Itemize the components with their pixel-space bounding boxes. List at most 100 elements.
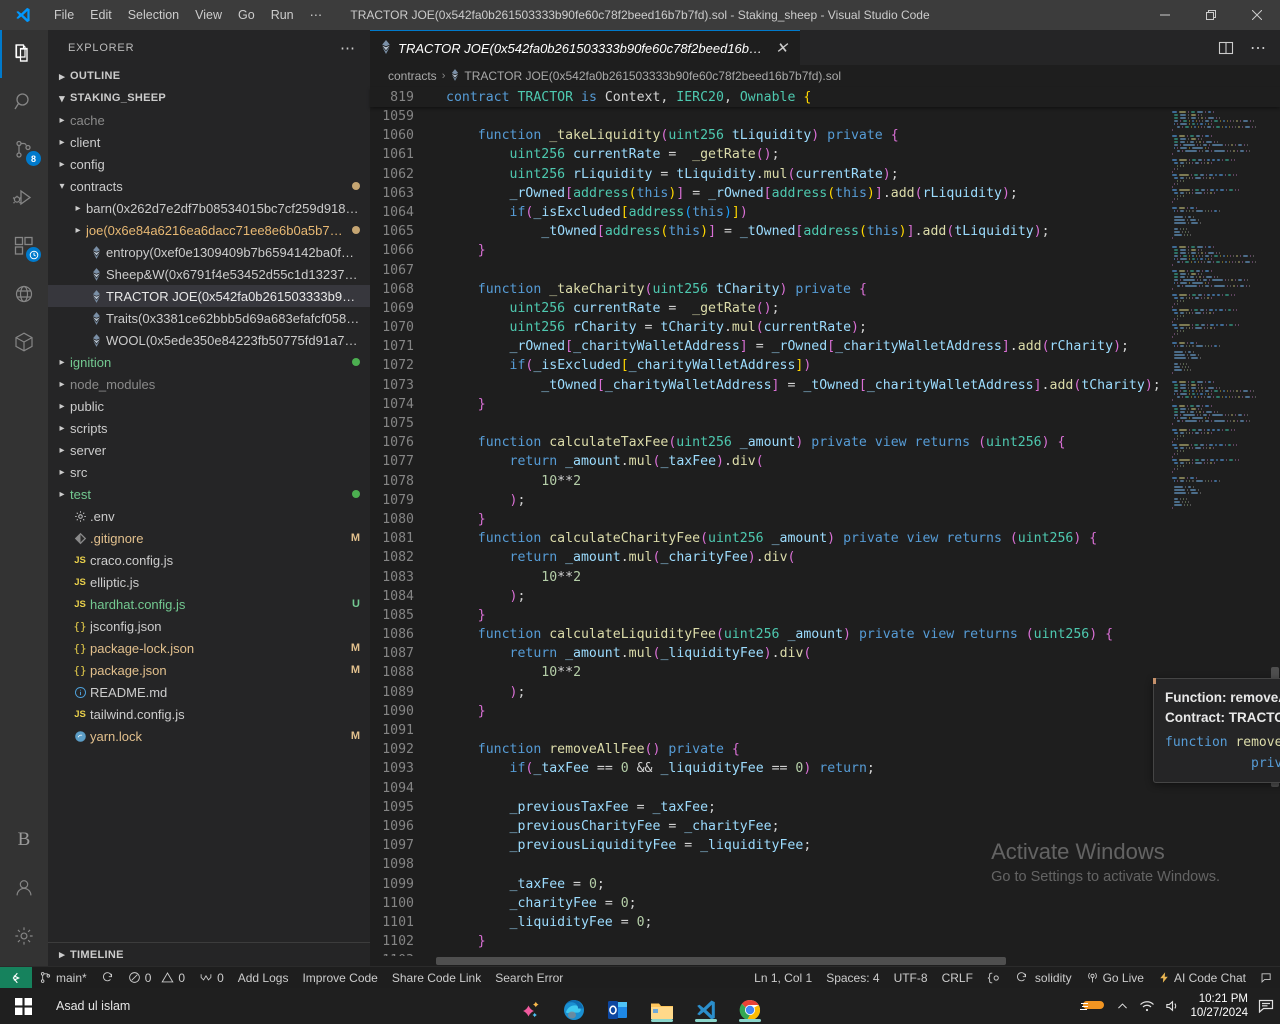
tree-folder[interactable]: ▸ server (48, 439, 370, 461)
activitybar-search[interactable] (0, 78, 48, 126)
status-ai-code-chat[interactable]: AI Code Chat (1151, 967, 1253, 989)
code-line[interactable]: 1088 10**2 (370, 663, 1162, 682)
code-line[interactable]: 1099 _taxFee = 0; (370, 875, 1162, 894)
tree-folder[interactable]: ▸ joe(0x6e84a6216ea6dacc71ee8e6b0a5b7… (48, 219, 370, 241)
tree-file[interactable]: .env (48, 505, 370, 527)
status-eol[interactable]: CRLF (935, 967, 980, 989)
tray-notifications-icon[interactable] (1258, 999, 1274, 1013)
tray-show-hidden-icons[interactable] (1116, 1000, 1129, 1013)
code-line[interactable]: 1065 _tOwned[address(this)] = _tOwned[ad… (370, 222, 1162, 241)
tree-folder[interactable]: ▸ client (48, 131, 370, 153)
code-line[interactable]: 1069 uint256 currentRate = _getRate(); (370, 299, 1162, 318)
status-cursor-position[interactable]: Ln 1, Col 1 (747, 967, 819, 989)
code-line[interactable]: 1083 10**2 (370, 568, 1162, 587)
code-line[interactable]: 1086 function calculateLiquidityFee(uint… (370, 625, 1162, 644)
tree-file[interactable]: {} jsconfig.json (48, 615, 370, 637)
code-line[interactable]: 1085 } (370, 606, 1162, 625)
tree-file[interactable]: JS hardhat.config.js U (48, 593, 370, 615)
tree-folder[interactable]: ▸ public (48, 395, 370, 417)
tree-file[interactable]: JS craco.config.js (48, 549, 370, 571)
code-line[interactable]: 1100 _charityFee = 0; (370, 894, 1162, 913)
menu-edit[interactable]: Edit (82, 0, 120, 30)
tree-file[interactable]: entropy(0xef0e1309409b7b6594142ba0f349ec… (48, 241, 370, 263)
horizontal-scrollbar-thumb[interactable] (436, 957, 1006, 965)
menu-view[interactable]: View (187, 0, 230, 30)
horizontal-scrollbar[interactable] (370, 956, 1280, 966)
code-line[interactable]: 1063 _rOwned[address(this)] = _rOwned[ad… (370, 184, 1162, 203)
menu-file[interactable]: File (46, 0, 82, 30)
code-line[interactable]: 1082 return _amount.mul(_charityFee).div… (370, 548, 1162, 567)
code-line[interactable]: 1059 (370, 107, 1162, 126)
status-ports[interactable]: 0 (192, 967, 231, 989)
code-line[interactable]: 1077 return _amount.mul(_taxFee).div( (370, 452, 1162, 471)
code-line[interactable]: 1067 (370, 261, 1162, 280)
status-notifications-bell-icon[interactable] (1253, 967, 1280, 989)
activitybar-remote-explorer[interactable] (0, 270, 48, 318)
split-editor-icon[interactable] (1212, 30, 1240, 65)
section-staking-sheep[interactable]: ▾ STAKING_SHEEP (48, 87, 370, 109)
section-timeline[interactable]: ▸ TIMELINE (48, 942, 370, 966)
taskbar-copilot-icon[interactable] (515, 990, 545, 1022)
code-line[interactable]: 1093 if(_taxFee == 0 && _liquidityFee ==… (370, 759, 1162, 778)
activitybar-extensions[interactable] (0, 222, 48, 270)
code-line[interactable]: 1071 _rOwned[_charityWalletAddress] = _r… (370, 337, 1162, 356)
tree-file[interactable]: JS elliptic.js (48, 571, 370, 593)
code-line[interactable]: 1095 _previousTaxFee = _taxFee; (370, 798, 1162, 817)
code-line[interactable]: 1060 function _takeLiquidity(uint256 tLi… (370, 126, 1162, 145)
status-prettier-icon[interactable] (980, 967, 1008, 989)
tree-folder[interactable]: ▸ src (48, 461, 370, 483)
activitybar-run-and-debug[interactable] (0, 174, 48, 222)
code-line[interactable]: 1074 } (370, 395, 1162, 414)
tree-file[interactable]: {} package-lock.json M (48, 637, 370, 659)
breadcrumb-folder[interactable]: contracts (388, 69, 437, 83)
activitybar-blackbox[interactable]: B (0, 816, 48, 864)
taskbar-edge-icon[interactable] (559, 990, 589, 1022)
minimap[interactable] (1162, 107, 1270, 956)
activitybar-accounts[interactable] (0, 864, 48, 912)
tree-folder[interactable]: ▸ ignition (48, 351, 370, 373)
tree-file[interactable]: Traits(0x3381ce62bbb5d69a683efafcf0587c9… (48, 307, 370, 329)
tree-file[interactable]: yarn.lock M (48, 725, 370, 747)
taskbar-google-chrome-icon[interactable] (735, 990, 765, 1022)
tree-file[interactable]: .gitignore M (48, 527, 370, 549)
close-button[interactable] (1234, 0, 1280, 30)
sticky-scroll-line[interactable]: 819 contract TRACTOR is Context, IERC20,… (370, 87, 1280, 107)
tray-network-icon[interactable] (1139, 999, 1155, 1013)
code-line[interactable]: 1097 _previousLiquidityFee = _liquidityF… (370, 836, 1162, 855)
status-add-logs[interactable]: Add Logs (231, 967, 296, 989)
vertical-scrollbar[interactable] (1270, 107, 1280, 956)
taskbar-file-explorer-icon[interactable] (647, 990, 677, 1022)
activitybar-docker[interactable] (0, 318, 48, 366)
status-go-live[interactable]: Go Live (1079, 967, 1151, 989)
code-line[interactable]: 1087 return _amount.mul(_liquidityFee).d… (370, 644, 1162, 663)
minimize-button[interactable] (1142, 0, 1188, 30)
status-remote-indicator[interactable] (0, 966, 32, 989)
tree-folder[interactable]: ▸ cache (48, 109, 370, 131)
tree-file[interactable]: README.md (48, 681, 370, 703)
code-line[interactable]: 1066 } (370, 241, 1162, 260)
tab-tractor-joe-sol[interactable]: TRACTOR JOE(0x542fa0b261503333b90fe60c78… (370, 30, 800, 65)
code-line[interactable]: 1072 if(_isExcluded[_charityWalletAddres… (370, 356, 1162, 375)
code-line[interactable]: 1070 uint256 rCharity = tCharity.mul(cur… (370, 318, 1162, 337)
status-language-mode[interactable]: solidity (1008, 967, 1079, 989)
code-line[interactable]: 1068 function _takeCharity(uint256 tChar… (370, 280, 1162, 299)
activitybar-source-control[interactable]: 8 (0, 126, 48, 174)
tray-volume-icon[interactable] (1165, 999, 1180, 1013)
section-outline[interactable]: ▸ OUTLINE (48, 65, 370, 87)
tree-folder[interactable]: ▸ node_modules (48, 373, 370, 395)
taskbar-outlook-icon[interactable] (603, 990, 633, 1022)
tree-folder[interactable]: ▸ config (48, 153, 370, 175)
taskbar-vscode-icon[interactable] (691, 990, 721, 1022)
code-line[interactable]: 1101 _liquidityFee = 0; (370, 913, 1162, 932)
code-line[interactable]: 1061 uint256 currentRate = _getRate(); (370, 145, 1162, 164)
tree-file[interactable]: TRACTOR JOE(0x542fa0b261503333b90fe60c78… (48, 285, 370, 307)
menu-selection[interactable]: Selection (120, 0, 187, 30)
tree-file[interactable]: WOOL(0x5ede350e84223fb50775fd91a723f2ca… (48, 329, 370, 351)
code-line[interactable]: 1079 ); (370, 491, 1162, 510)
code-line[interactable]: 1073 _tOwned[_charityWalletAddress] = _t… (370, 376, 1162, 395)
tree-folder[interactable]: ▸ test (48, 483, 370, 505)
status-indentation[interactable]: Spaces: 4 (819, 967, 886, 989)
tree-file[interactable]: Sheep&W(0x6791f4e53452d55c1d132374eC84… (48, 263, 370, 285)
code-scroll-area[interactable]: 1059 1060 function _takeLiquidity(uint25… (370, 107, 1162, 956)
status-share-code-link[interactable]: Share Code Link (385, 967, 488, 989)
